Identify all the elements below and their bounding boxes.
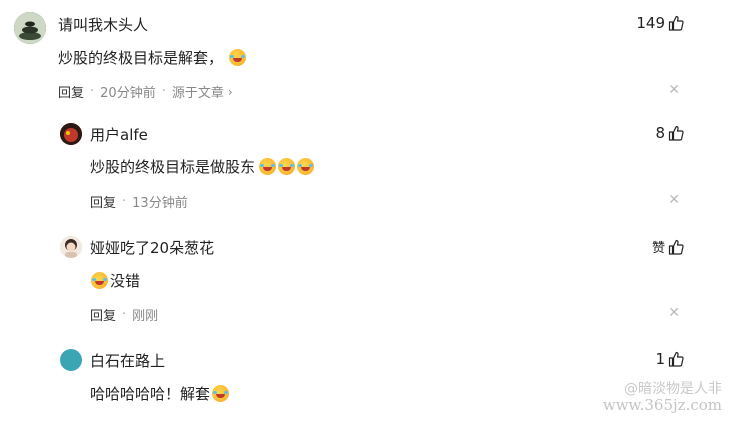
comment-meta: 回复 · 20分钟前 · 源于文章 › [58, 82, 233, 101]
laughing-tears-emoji [297, 158, 315, 175]
comment-1: 请叫我木头人 149 炒股的终极目标是解套， 回复 · 20分钟前 · 源于文章… [0, 0, 730, 110]
avatar[interactable] [14, 12, 46, 44]
like-button[interactable]: 1 [655, 350, 684, 368]
separator-dot: · [122, 307, 127, 322]
laughing-tears-emoji [259, 158, 277, 175]
comment-text: 没错 [90, 270, 140, 291]
laughing-tears-emoji [278, 158, 296, 175]
comment-time: 13分钟前 [132, 196, 188, 211]
comment-text: 哈哈哈哈哈！解套 [90, 383, 230, 404]
close-icon[interactable]: ✕ [668, 305, 680, 321]
like-button[interactable]: 8 [655, 124, 684, 142]
commenter-name[interactable]: 用户alfe [90, 124, 148, 145]
watermark-author: @暗淡物是人非 [624, 381, 722, 397]
laughing-tears-emoji [212, 385, 230, 402]
separator-dot: · [90, 84, 95, 99]
laughing-tears-emoji [229, 49, 247, 66]
avatar[interactable] [60, 349, 82, 371]
comment-meta: 回复 · 13分钟前 [90, 192, 188, 211]
thumbs-up-icon [668, 15, 684, 31]
thumbs-up-icon [668, 125, 684, 141]
close-icon[interactable]: ✕ [668, 82, 680, 98]
comment-time: 刚刚 [132, 309, 159, 324]
close-icon[interactable]: ✕ [668, 192, 680, 208]
thumbs-up-icon [668, 351, 684, 367]
reply-button[interactable]: 回复 [90, 305, 116, 324]
separator-dot: · [161, 84, 166, 99]
watermark-site: www.365jz.com [602, 396, 722, 414]
comment-time: 20分钟前 [100, 86, 156, 101]
avatar[interactable] [60, 236, 82, 258]
comment-text: 炒股的终极目标是做股东 [90, 156, 315, 177]
comment-text-content: 没错 [110, 272, 141, 290]
comment-text-content: 哈哈哈哈哈！解套 [90, 385, 211, 403]
source-link[interactable]: 源于文章 [172, 82, 224, 101]
comment-text-content: 炒股的终极目标是解套， [58, 49, 224, 67]
like-button[interactable]: 149 [636, 14, 684, 32]
thumbs-up-icon [668, 239, 684, 255]
like-count: 149 [636, 14, 665, 32]
commenter-name[interactable]: 白石在路上 [90, 350, 165, 371]
separator-dot: · [122, 194, 127, 209]
watermark: @暗淡物是人非 www.365jz.com [603, 381, 722, 413]
comment-text-content: 炒股的终极目标是做股东 [90, 158, 256, 176]
reply-button[interactable]: 回复 [58, 82, 84, 101]
like-count: 8 [655, 124, 665, 142]
like-count: 赞 [651, 241, 665, 256]
laughing-tears-emoji [91, 272, 108, 289]
comment-text: 炒股的终极目标是解套， [58, 47, 247, 68]
avatar[interactable] [60, 123, 82, 145]
commenter-name[interactable]: 娅娅吃了20朵葱花 [90, 237, 214, 258]
reply-button[interactable]: 回复 [90, 192, 116, 211]
comment-meta: 回复 · 刚刚 [90, 305, 158, 324]
commenter-name[interactable]: 请叫我木头人 [58, 14, 148, 35]
comment-3: 娅娅吃了20朵葱花 赞 没错 回复 · 刚刚 ✕ [0, 224, 730, 334]
chevron-right-icon: › [227, 84, 233, 99]
like-button[interactable]: 赞 [652, 237, 684, 256]
like-count: 1 [655, 350, 665, 368]
comment-2: 用户alfe 8 炒股的终极目标是做股东 回复 · 13分钟前 ✕ [0, 110, 730, 220]
